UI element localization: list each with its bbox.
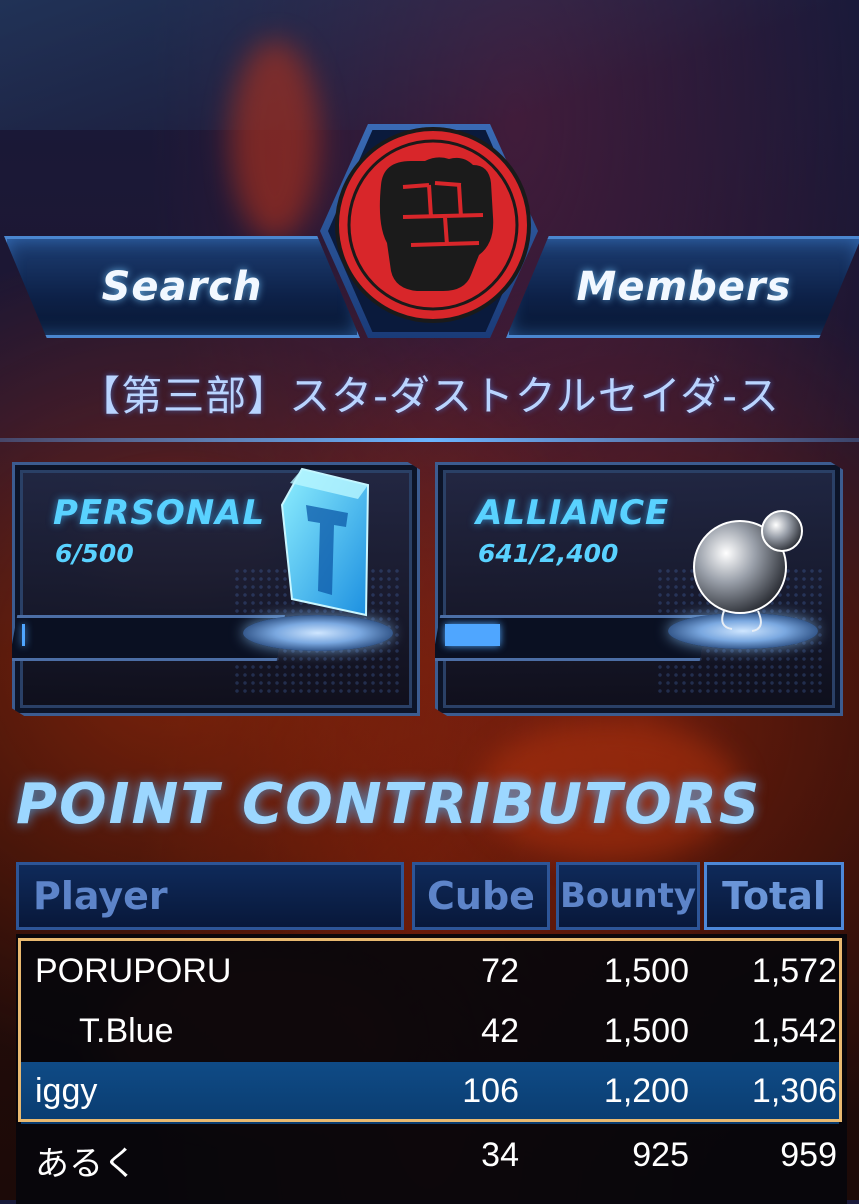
- column-header-cube[interactable]: Cube: [412, 862, 550, 930]
- cube-value: 42: [481, 1012, 519, 1050]
- alliance-title: ALLIANCE: [476, 493, 670, 533]
- player-name: あるく: [35, 1145, 137, 1183]
- search-button[interactable]: Search: [4, 236, 360, 338]
- background-band: [0, 0, 859, 130]
- table-row[interactable]: あるく 34 925 959: [21, 1126, 839, 1188]
- table-row[interactable]: T.Blue 42 1,500 1,542: [21, 1002, 839, 1064]
- bounty-value: 1,200: [603, 1072, 689, 1110]
- column-header-bounty[interactable]: Bounty: [556, 862, 700, 930]
- personal-title: PERSONAL: [53, 493, 266, 533]
- alliance-progress-bar: [435, 615, 708, 661]
- bounty-value: 1,500: [603, 952, 689, 990]
- members-button[interactable]: Members: [506, 236, 859, 338]
- members-button-label: Members: [576, 264, 792, 310]
- alliance-progress-fill: [445, 624, 500, 646]
- cube-value: 106: [462, 1072, 519, 1110]
- player-name: PORUPORU: [35, 952, 232, 990]
- personal-panel[interactable]: PERSONAL 6/500: [12, 462, 420, 716]
- total-value: 1,542: [751, 1012, 837, 1050]
- total-value: 1,572: [751, 952, 837, 990]
- personal-progress-fill: [22, 624, 25, 646]
- search-button-label: Search: [101, 264, 263, 310]
- personal-progress-bar: [12, 615, 285, 661]
- column-header-total[interactable]: Total: [704, 862, 844, 930]
- alliance-name: 【第三部】スタ-ダストクルセイダ-ス: [79, 372, 780, 420]
- alliance-panel[interactable]: ALLIANCE 641/2,400: [435, 462, 843, 716]
- table-row-self[interactable]: iggy 106 1,200 1,306: [21, 1062, 839, 1124]
- player-name: T.Blue: [79, 1012, 174, 1050]
- table-row[interactable]: PORUPORU 72 1,500 1,572: [21, 942, 839, 1004]
- player-name: iggy: [35, 1072, 98, 1110]
- orb-icon: [693, 510, 803, 632]
- divider: [0, 438, 859, 442]
- personal-count: 6/500: [55, 539, 134, 568]
- column-header-player[interactable]: Player: [16, 862, 404, 930]
- bounty-value: 925: [632, 1136, 689, 1174]
- fist-emblem-icon[interactable]: [333, 125, 533, 325]
- point-contributors-title: POINT CONTRIBUTORS: [16, 772, 762, 837]
- alliance-count: 641/2,400: [478, 539, 619, 568]
- cube-value: 72: [481, 952, 519, 990]
- cube-icon: [280, 467, 370, 617]
- cube-value: 34: [481, 1136, 519, 1174]
- bounty-value: 1,500: [603, 1012, 689, 1050]
- total-value: 1,306: [751, 1072, 837, 1110]
- background-flame: [230, 40, 320, 240]
- contributors-rows: PORUPORU 72 1,500 1,572 T.Blue 42 1,500 …: [16, 934, 847, 1204]
- total-value: 959: [780, 1136, 837, 1174]
